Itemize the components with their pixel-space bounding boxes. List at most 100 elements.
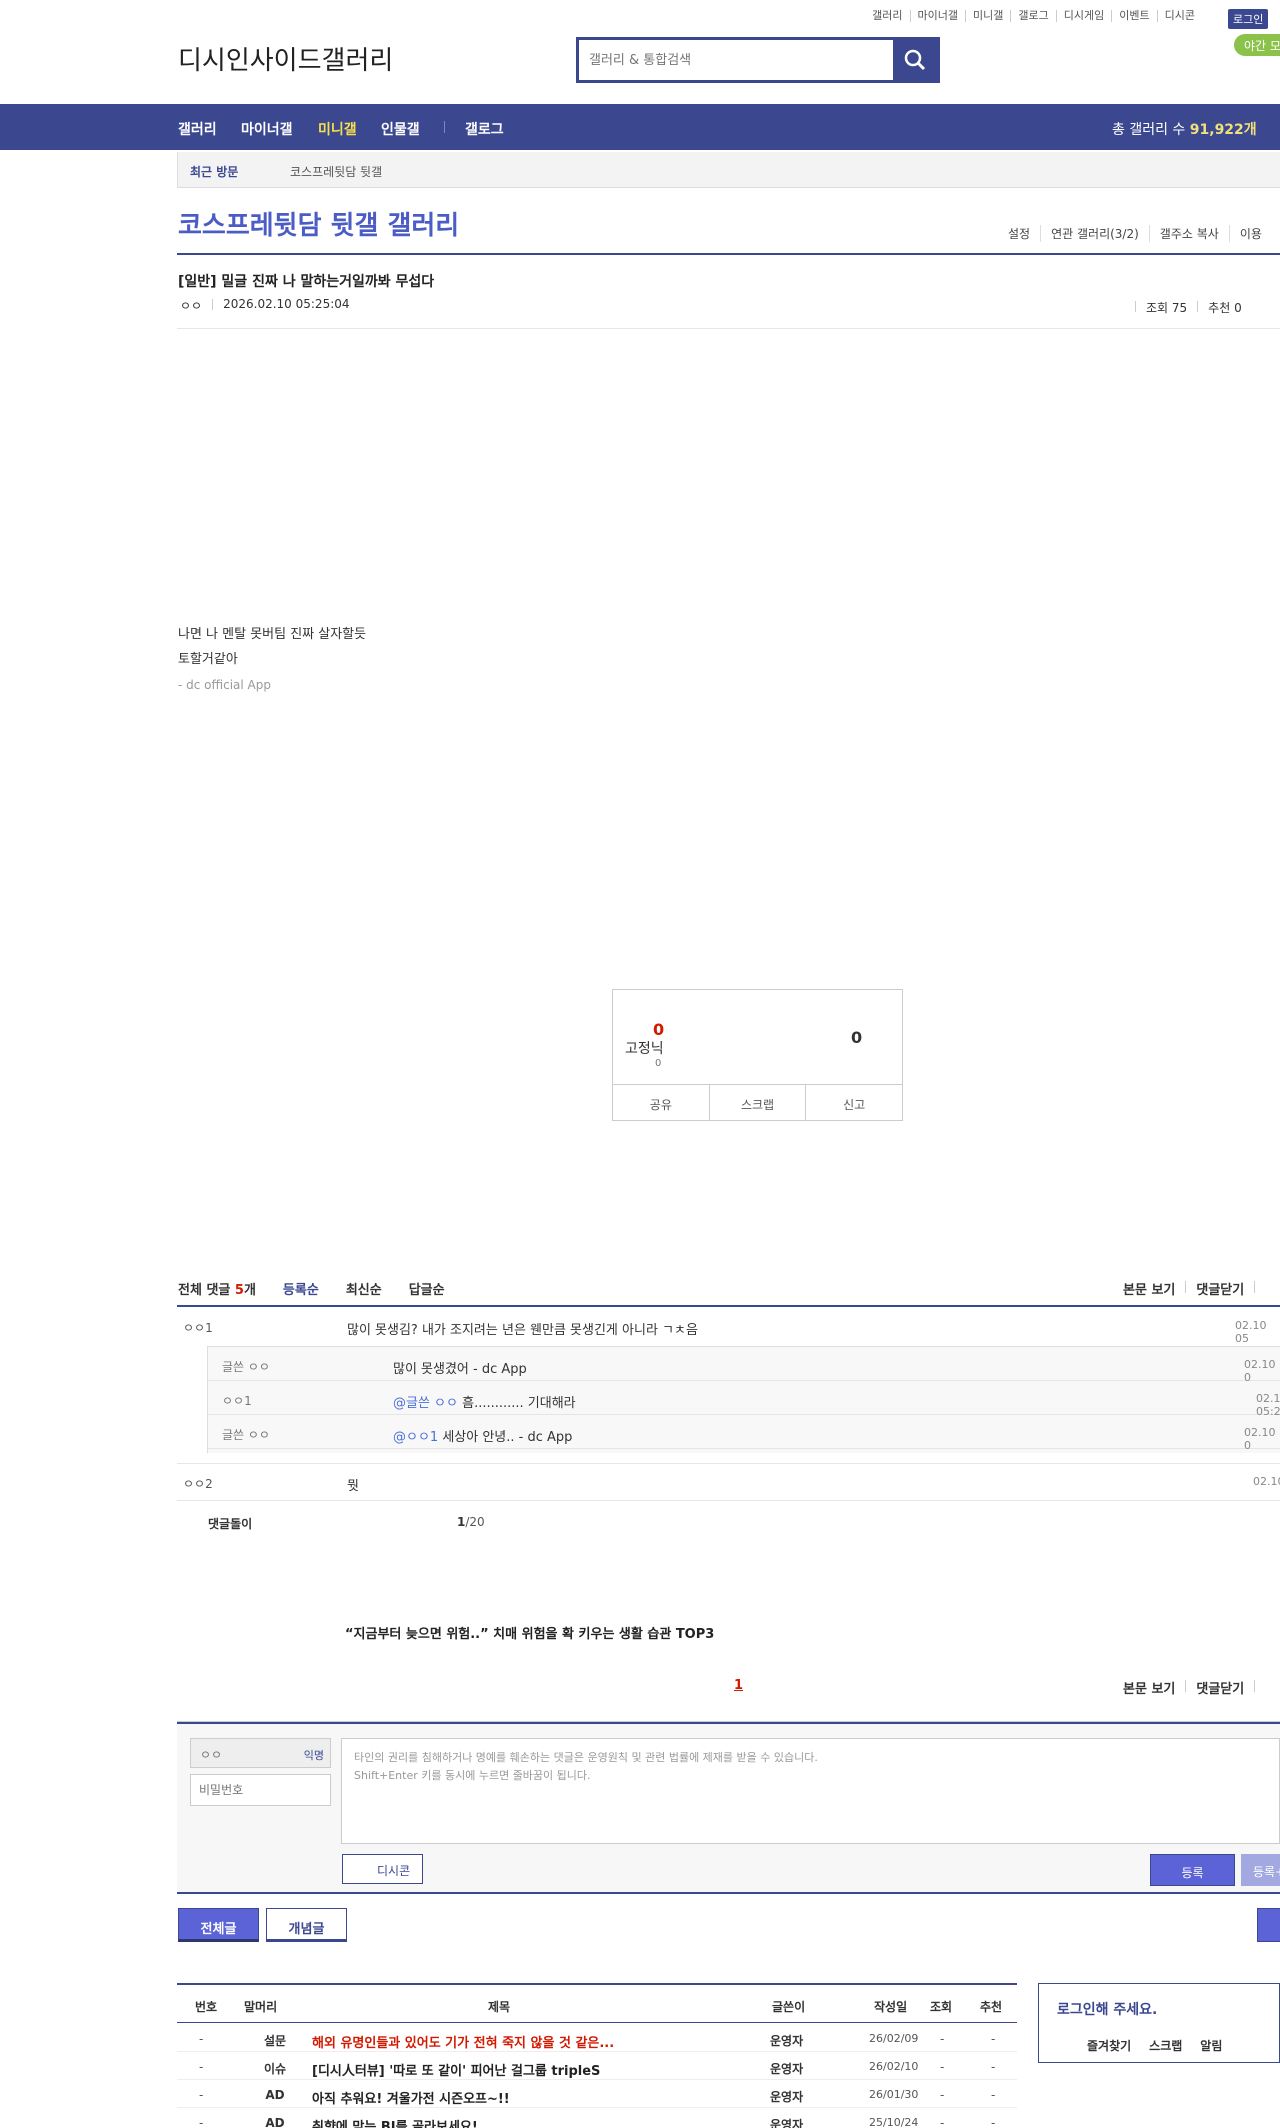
total-gallery-label: 총 갤러리 수 <box>1112 122 1190 138</box>
post-signature: - dc official App <box>178 678 271 692</box>
copy-gallery-url-link[interactable]: 갤주소 복사 <box>1150 225 1230 242</box>
post-stats: 조회 75 추천 0 <box>1135 299 1242 316</box>
row-title[interactable]: [디시人터뷰] '따로 또 같이' 피어난 걸그룹 tripleS <box>312 2060 600 2079</box>
top-link[interactable]: 이벤트 <box>1112 10 1158 22</box>
list-row[interactable]: - AD 취향에 맞는 BJ를 골라보세요! 운영자 25/10/24 - - <box>177 2108 1017 2128</box>
search-input[interactable] <box>579 40 899 80</box>
write-post-button[interactable] <box>1257 1908 1280 1942</box>
close-comments-link[interactable]: 댓글닫기 <box>1196 1678 1244 1697</box>
nav-gallog[interactable]: 갤로그 <box>465 119 504 139</box>
reply-text: 많이 못생겼어 - dc App <box>393 1362 527 1377</box>
col-number: 번호 <box>195 2000 218 2014</box>
close-comments-link[interactable]: 댓글닫기 <box>1196 1279 1244 1298</box>
gallery-title[interactable]: 코스프레뒷담 뒷갤 갤러리 <box>178 205 459 242</box>
top-link[interactable]: 미니갤 <box>966 10 1012 22</box>
recent-visit-label[interactable]: 최근 방문 <box>190 163 238 180</box>
scrap-button[interactable]: 스크랩 <box>710 1085 807 1120</box>
post-date: 2026.02.10 05:25:04 <box>223 297 350 311</box>
comment-textarea[interactable]: 타인의 권리를 침해하거나 명예를 훼손하는 댓글은 운영원칙 및 관련 법률에… <box>341 1738 1280 1844</box>
row-date: 25/10/24 <box>869 2116 919 2128</box>
reply-mention[interactable]: @ㅇㅇ1 <box>393 1430 438 1445</box>
row-date: 26/01/30 <box>869 2088 919 2101</box>
nav-mini-gallery[interactable]: 미니갤 <box>318 119 357 139</box>
search-button[interactable] <box>893 40 937 80</box>
reply-item: 글쓴 ㅇㅇ 많이 못생겼어 - dc App 02.10 0 <box>208 1347 1280 1384</box>
view-body-link[interactable]: 본문 보기 <box>1123 1279 1175 1298</box>
night-mode-toggle[interactable]: 야간 모 <box>1234 34 1280 56</box>
password-field[interactable] <box>190 1774 331 1806</box>
scrap-link[interactable]: 스크랩 <box>1149 2037 1182 2054</box>
comment-total-prefix: 전체 댓글 <box>178 1283 235 1298</box>
login-prompt[interactable]: 로그인해 주세요. <box>1057 1999 1157 2019</box>
row-writer[interactable]: 운영자 <box>770 2032 803 2049</box>
tab-concept-posts[interactable]: 개념글 <box>266 1908 347 1942</box>
list-row[interactable]: - AD 아직 추워요! 겨울가전 시즌오프~!! 운영자 26/01/30 -… <box>177 2080 1017 2108</box>
main-nav: 갤러리 마이너갤 미니갤 인물갤 갤로그 총 갤러리 수 91,922개 <box>0 104 1280 150</box>
reply-text: @글쓴 ㅇㅇ 흠............ 기대해라 <box>393 1392 576 1411</box>
comment-nick[interactable]: ㅇㅇ2 <box>183 1475 213 1492</box>
notification-link[interactable]: 알림 <box>1200 2037 1222 2054</box>
row-recommends: - <box>991 2116 996 2128</box>
favorites-link[interactable]: 즐겨찾기 <box>1087 2037 1131 2054</box>
top-link[interactable]: 갤러리 <box>865 10 911 22</box>
col-views: 조회 <box>930 2000 953 2014</box>
submit-comment-button[interactable]: 등록 <box>1150 1854 1235 1886</box>
row-writer[interactable]: 운영자 <box>770 2088 803 2105</box>
comment-nick[interactable]: ㅇㅇ1 <box>183 1319 213 1336</box>
reply-mention[interactable]: @글쓴 ㅇㅇ <box>393 1396 458 1411</box>
tab-all-posts[interactable]: 전체글 <box>178 1908 259 1942</box>
share-button[interactable]: 공유 <box>613 1085 710 1120</box>
login-button[interactable]: 로그인 <box>1228 9 1269 29</box>
recommend-down-count[interactable]: 0 <box>851 1028 862 1047</box>
reply-nick[interactable]: ㅇㅇ1 <box>222 1392 252 1409</box>
report-button[interactable]: 신고 <box>806 1085 902 1120</box>
row-head: 설문 <box>263 2034 287 2048</box>
reply-nick[interactable]: 글쓴 ㅇㅇ <box>222 1358 270 1375</box>
view-body-link[interactable]: 본문 보기 <box>1123 1678 1175 1697</box>
top-link[interactable]: 디시게임 <box>1057 10 1113 22</box>
dccon-button[interactable]: 디시콘 <box>342 1854 423 1884</box>
search-box <box>576 37 940 83</box>
row-date: 26/02/09 <box>869 2032 919 2045</box>
row-writer[interactable]: 운영자 <box>770 2060 803 2077</box>
post-author[interactable]: ㅇㅇ <box>180 297 202 314</box>
ad-headline[interactable]: “지금부터 늦으면 위험..” 치매 위험을 확 키우는 생활 습관 TOP3 <box>345 1623 714 1642</box>
recent-visit-item[interactable]: 코스프레뒷담 뒷갤 <box>290 163 382 180</box>
comment-total-suffix: 개 <box>243 1283 256 1298</box>
reply-item: 글쓴 ㅇㅇ @ㅇㅇ1 세상아 안녕.. - dc App 02.10 0 <box>208 1415 1280 1452</box>
row-head: 이슈 <box>263 2062 287 2076</box>
post-meta: ㅇㅇ 2026.02.10 05:25:04 <box>180 297 350 314</box>
comment-page-number[interactable]: 1 <box>734 1678 743 1693</box>
top-link[interactable]: 갤로그 <box>1011 10 1057 22</box>
list-row[interactable]: - 설문 해외 유명인들과 있어도 기가 전혀 죽지 않을 것 같은... 운영… <box>177 2024 1017 2052</box>
top-link[interactable]: 디시콘 <box>1158 10 1202 22</box>
row-writer[interactable]: 운영자 <box>770 2116 803 2128</box>
nav-gallery[interactable]: 갤러리 <box>178 119 217 139</box>
row-number: - <box>199 2088 204 2102</box>
row-title[interactable]: 해외 유명인들과 있어도 기가 전혀 죽지 않을 것 같은... <box>312 2032 614 2051</box>
site-logo[interactable]: 디시인사이드갤러리 <box>178 40 393 77</box>
row-views: - <box>940 2116 945 2128</box>
row-date: 26/02/10 <box>869 2060 919 2073</box>
post-recommends: 추천 0 <box>1208 301 1242 315</box>
sort-registered[interactable]: 등록순 <box>283 1279 319 1298</box>
nickname-field[interactable]: ㅇㅇ 익명 <box>190 1738 331 1768</box>
post-header-divider <box>177 328 1280 329</box>
post-body-line: 나면 나 멘탈 못버팀 진짜 살자할듯 <box>178 627 367 642</box>
reply-date: 02.10 0 <box>1244 1426 1276 1452</box>
nav-minor-gallery[interactable]: 마이너갤 <box>241 119 293 139</box>
submit-recommend-button[interactable]: 등록+ <box>1241 1854 1280 1886</box>
sort-replies[interactable]: 답글순 <box>409 1279 445 1298</box>
row-title[interactable]: 아직 추워요! 겨울가전 시즌오프~!! <box>312 2088 510 2107</box>
recommend-up-count[interactable]: 0 <box>653 1020 664 1039</box>
fixed-nick-recommend-label: 고정닉 <box>625 1041 664 1057</box>
top-link[interactable]: 마이너갤 <box>911 10 967 22</box>
sort-latest[interactable]: 최신순 <box>346 1279 382 1298</box>
usage-link[interactable]: 이용 <box>1230 225 1272 242</box>
row-title[interactable]: 취향에 맞는 BJ를 골라보세요! <box>312 2116 478 2128</box>
reply-nick[interactable]: 글쓴 ㅇㅇ <box>222 1426 270 1443</box>
list-row[interactable]: - 이슈 [디시人터뷰] '따로 또 같이' 피어난 걸그룹 tripleS 운… <box>177 2052 1017 2080</box>
related-gallery-link[interactable]: 연관 갤러리(3/2) <box>1041 225 1150 242</box>
nav-person-gallery[interactable]: 인물갤 <box>381 119 420 139</box>
gallery-settings-link[interactable]: 설정 <box>1008 225 1042 242</box>
